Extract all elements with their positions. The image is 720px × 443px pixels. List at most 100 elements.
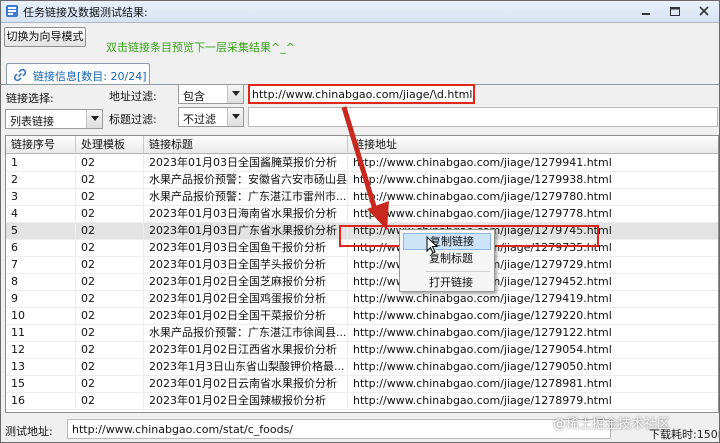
title-filter-mode-dropdown[interactable]: 不过滤 <box>178 107 244 127</box>
maximize-icon[interactable] <box>664 3 686 20</box>
table-row[interactable]: 4 02 2023年01月03日海南省水果报价分析 http://www.chinab… <box>6 206 718 223</box>
menu-item-open-link[interactable]: 打开链接 <box>403 274 491 291</box>
chevron-down-icon[interactable] <box>227 108 243 126</box>
table-row[interactable]: 11 02 水果产品报价预警：广东湛江市徐闻县... http://www.china… <box>6 325 718 342</box>
close-icon[interactable] <box>689 3 719 20</box>
minimize-icon[interactable] <box>635 3 657 20</box>
cell-no: 16 <box>6 393 76 409</box>
table-row[interactable]: 1 02 2023年01月03日全国酱腌菜报价分析 http://www.chinab… <box>6 155 718 172</box>
link-grid[interactable]: 链接序号 处理模板 链接标题 链接地址 1 02 2023年01月03日全国酱腌菜报… <box>5 135 719 413</box>
mouse-cursor-icon <box>426 236 438 254</box>
cell-no: 9 <box>6 291 76 307</box>
cell-title: 2023年01月02日全国芝麻报价分析 <box>144 274 348 290</box>
cell-no: 15 <box>6 376 76 392</box>
cell-template: 02 <box>76 342 144 358</box>
tab-link-info[interactable]: 链接信息[数目: 20/24] <box>6 63 150 85</box>
table-row[interactable]: 6022023年01月03日全国鱼干报价分析http://www.chinabg… <box>6 240 718 257</box>
title-filter-label: 标题过滤: <box>109 113 157 126</box>
column-header-url[interactable]: 链接地址 <box>348 136 718 154</box>
title-filter-mode-value: 不过滤 <box>183 113 216 126</box>
link-icon <box>13 68 27 82</box>
app-icon <box>6 5 18 17</box>
cell-template: 02 <box>76 376 144 392</box>
url-filter-label: 地址过滤: <box>109 90 157 103</box>
table-row[interactable]: 12 02 2023年01月02日江西省水果报价分析 http://www.china… <box>6 342 718 359</box>
cell-template: 02 <box>76 325 144 341</box>
cell-template: 02 <box>76 274 144 290</box>
cell-template: 02 <box>76 393 144 409</box>
cell-url: http://www.chinabgao.com/jiage/1279419.h… <box>348 291 718 307</box>
cell-no: 1 <box>6 155 76 171</box>
cell-url: http://www.chinabgao.com/jiage/1279054.h… <box>348 342 718 358</box>
cell-template: 02 <box>76 308 144 324</box>
title-filter-input[interactable] <box>248 107 718 127</box>
table-row[interactable]: 3 02 水果产品报价预警：广东湛江市雷州市... http://www.chinab… <box>6 189 718 206</box>
column-header-template[interactable]: 处理模板 <box>76 136 144 154</box>
cell-title: 2023年01月02日全国辣椒报价分析 <box>144 393 348 409</box>
cell-url: http://www.chinabgao.com/jiage/1279122.h… <box>348 325 718 341</box>
url-filter-value: http://www.chinabgao.com/jiage/\d.html <box>252 88 473 101</box>
cell-template: 02 <box>76 206 144 222</box>
cell-url: http://www.chinabgao.com/jiage/1279220.h… <box>348 308 718 324</box>
test-url-input[interactable]: http://www.chinabgao.com/stat/c_foods/ <box>67 419 611 439</box>
table-row[interactable]: 7022023年01月03日全国芋头报价分析http://www.chinabg… <box>6 257 718 274</box>
cell-no: 10 <box>6 308 76 324</box>
cell-template: 02 <box>76 172 144 188</box>
menu-item-copy-link[interactable]: 复制链接 <box>403 233 491 250</box>
cell-no: 4 <box>6 206 76 222</box>
cell-url: http://www.chinabgao.com/jiage/1279938.h… <box>348 172 718 188</box>
cell-title: 水果产品报价预警：广东湛江市徐闻县... <box>144 325 348 341</box>
app-window: 任务链接及数据测试结果: 切换为向导模式 双击链接条目预览下一层采集结果^_^ … <box>0 0 720 443</box>
cell-title: 2023年01月03日广东省水果报价分析 <box>144 223 348 239</box>
table-row[interactable]: 10 02 2023年01月02日全国干菜报价分析 http://www.chinab… <box>6 308 718 325</box>
chevron-down-icon[interactable] <box>227 85 243 103</box>
url-filter-input[interactable]: http://www.chinabgao.com/jiage/\d.html <box>248 84 475 104</box>
cell-title: 2023年01月03日全国鱼干报价分析 <box>144 240 348 256</box>
cell-title: 2023年01月02日云南省水果报价分析 <box>144 376 348 392</box>
cell-url: http://www.chinabgao.com/jiage/1279050.h… <box>348 359 718 375</box>
table-row[interactable]: 8022023年01月02日全国芝麻报价分析http://www.chinabg… <box>6 274 718 291</box>
grid-rows: 1 02 2023年01月03日全国酱腌菜报价分析 http://www.chinab… <box>6 155 718 410</box>
cell-template: 02 <box>76 189 144 205</box>
url-filter-mode-value: 包含 <box>183 90 205 103</box>
menu-item-copy-title[interactable]: 复制标题 <box>403 250 491 267</box>
cell-title: 2023年01月02日全国干菜报价分析 <box>144 308 348 324</box>
cell-template: 02 <box>76 223 144 239</box>
cell-title: 2023年01月03日全国酱腌菜报价分析 <box>144 155 348 171</box>
link-select-value: 列表链接 <box>10 115 54 128</box>
column-header-title[interactable]: 链接标题 <box>144 136 348 154</box>
cell-no: 12 <box>6 342 76 358</box>
chevron-down-icon[interactable] <box>86 110 102 128</box>
column-header-no[interactable]: 链接序号 <box>6 136 76 154</box>
table-row[interactable]: 13 02 2023年1月3日山东省山梨酸钾价格最... http://www.chi… <box>6 359 718 376</box>
table-row[interactable]: 16 02 2023年01月02日全国辣椒报价分析 http://www.chinab… <box>6 393 718 410</box>
table-row[interactable]: 15 02 2023年01月02日云南省水果报价分析 http://www.china… <box>6 376 718 393</box>
cell-title: 2023年1月3日山东省山梨酸钾价格最... <box>144 359 348 375</box>
cell-no: 5 <box>6 223 76 239</box>
cell-template: 02 <box>76 155 144 171</box>
title-bar: 任务链接及数据测试结果: <box>1 1 719 23</box>
cell-no: 7 <box>6 257 76 273</box>
cell-url: http://www.chinabgao.com/jiage/1279778.h… <box>348 206 718 222</box>
cell-title: 2023年01月02日全国鸡蛋报价分析 <box>144 291 348 307</box>
cell-template: 02 <box>76 240 144 256</box>
link-select-label: 链接选择: <box>6 92 54 105</box>
table-row[interactable]: 5022023年01月03日广东省水果报价分析http://www.chinab… <box>6 223 718 240</box>
cell-no: 13 <box>6 359 76 375</box>
url-filter-mode-dropdown[interactable]: 包含 <box>178 84 244 104</box>
preview-hint: 双击链接条目预览下一层采集结果^_^ <box>106 41 295 54</box>
menu-separator <box>426 271 490 272</box>
cell-title: 水果产品报价预警：广东湛江市雷州市... <box>144 189 348 205</box>
cell-no: 11 <box>6 325 76 341</box>
cell-template: 02 <box>76 359 144 375</box>
switch-wizard-mode-button[interactable]: 切换为向导模式 <box>4 27 86 47</box>
cell-url: http://www.chinabgao.com/jiage/1279780.h… <box>348 189 718 205</box>
watermark: @稀土掘金技术社区 <box>553 417 671 432</box>
table-row[interactable]: 9 02 2023年01月02日全国鸡蛋报价分析 http://www.chinabg… <box>6 291 718 308</box>
test-url-label: 测试地址: <box>5 425 53 438</box>
cell-no: 3 <box>6 189 76 205</box>
cell-title: 水果产品报价预警：安徽省六安市砀山县... <box>144 172 348 188</box>
table-row[interactable]: 2 02 水果产品报价预警：安徽省六安市砀山县... http://www.china… <box>6 172 718 189</box>
link-select-dropdown[interactable]: 列表链接 <box>5 109 103 129</box>
window-title: 任务链接及数据测试结果: <box>23 6 148 19</box>
